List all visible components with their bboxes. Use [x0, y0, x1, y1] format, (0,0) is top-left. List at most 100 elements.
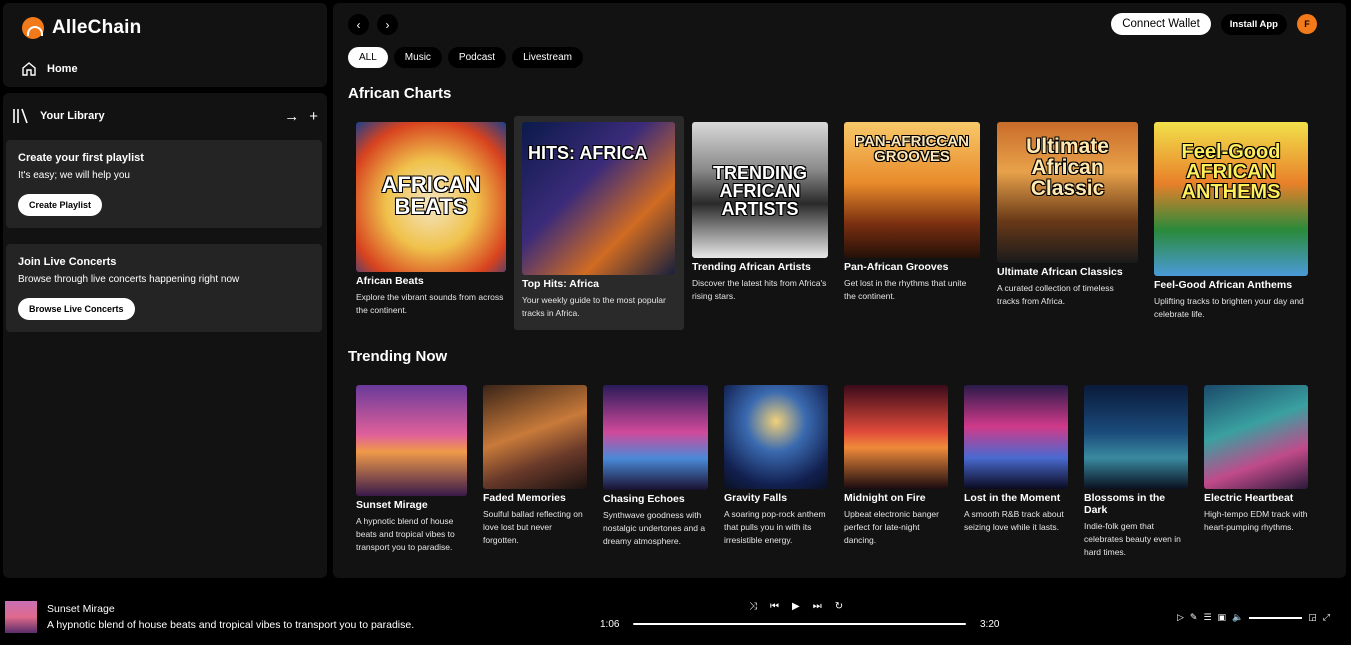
- connect-device-icon[interactable]: ▣: [1218, 612, 1227, 623]
- card-desc: A smooth R&B track about seizing love wh…: [964, 509, 1064, 532]
- chart-card[interactable]: TRENDING AFRICAN ARTISTS Trending Africa…: [692, 122, 828, 303]
- album-art-text: AFRICAN BEATS: [381, 172, 481, 219]
- install-app-button[interactable]: Install App: [1220, 13, 1287, 35]
- chart-card[interactable]: AFRICAN BEATS African Beats Explore the …: [356, 122, 506, 317]
- album-art: TRENDING AFRICAN ARTISTS: [692, 122, 828, 258]
- trending-card[interactable]: Midnight on Fire Upbeat electronic bange…: [844, 385, 948, 547]
- album-art: [356, 385, 467, 496]
- card-desc: Discover the latest hits from Africa's r…: [692, 278, 827, 301]
- card-title: Feel-Good African Anthems: [1154, 279, 1293, 291]
- volume-icon[interactable]: 🔈: [1232, 612, 1243, 623]
- chart-card-hovered[interactable]: HITS: AFRICA Top Hits: Africa Your weekl…: [514, 116, 684, 330]
- playback-controls: ⤨ ⏮ ▶ ⏭ ↻: [749, 601, 843, 612]
- card-desc: A soaring pop-rock anthem that pulls you…: [724, 509, 826, 545]
- play-icon[interactable]: ▶: [792, 601, 800, 612]
- plus-icon[interactable]: +: [309, 108, 318, 125]
- extra-controls: ▷ ✎ ☰ ▣ 🔈 ◲ ⤢: [1177, 612, 1330, 623]
- card-title: Top Hits: Africa: [522, 278, 600, 290]
- repeat-icon[interactable]: ↻: [835, 601, 843, 612]
- chart-card[interactable]: Feel-Good AFRICAN ANTHEMS Feel-Good Afri…: [1154, 122, 1308, 321]
- create-playlist-button[interactable]: Create Playlist: [18, 194, 103, 216]
- forward-arrow-icon[interactable]: ›: [377, 14, 398, 35]
- trending-card[interactable]: Chasing Echoes Synthwave goodness with n…: [603, 385, 708, 548]
- history-nav: ‹ ›: [348, 14, 398, 35]
- card-title: Chasing Echoes: [603, 493, 685, 505]
- now-playing-desc: A hypnotic blend of house beats and trop…: [47, 619, 415, 631]
- card-desc: High-tempo EDM track with heart-pumping …: [1204, 509, 1308, 532]
- now-playing-title[interactable]: Sunset Mirage: [47, 603, 115, 615]
- card-desc: Explore the vibrant sounds from across t…: [356, 292, 504, 315]
- album-art: [603, 385, 708, 490]
- card-title: Electric Heartbeat: [1204, 492, 1294, 504]
- chart-card[interactable]: PAN-AFRICCAN GROOVES Pan-African Grooves…: [844, 122, 980, 303]
- main-content: ‹ › Connect Wallet Install App F ALL Mus…: [333, 3, 1346, 578]
- arrow-right-icon[interactable]: →: [284, 108, 299, 125]
- card-desc: Soulful ballad reflecting on love lost b…: [483, 509, 583, 545]
- trending-card[interactable]: Blossoms in the Dark Indie-folk gem that…: [1084, 385, 1188, 559]
- back-arrow-icon[interactable]: ‹: [348, 14, 369, 35]
- now-playing-view-icon[interactable]: ▷: [1177, 612, 1184, 623]
- browse-concerts-button[interactable]: Browse Live Concerts: [18, 298, 135, 320]
- album-art: [1204, 385, 1308, 489]
- logo[interactable]: AlleChain: [22, 17, 141, 39]
- filter-chip-livestream[interactable]: Livestream: [512, 47, 583, 68]
- header-actions: Connect Wallet Install App F: [1111, 13, 1317, 35]
- queue-icon[interactable]: ☰: [1203, 612, 1211, 623]
- home-link[interactable]: Home: [21, 61, 78, 77]
- previous-icon[interactable]: ⏮: [770, 601, 779, 612]
- trending-card[interactable]: Gravity Falls A soaring pop-rock anthem …: [724, 385, 828, 547]
- chart-card[interactable]: Ultimate African Classic Ultimate Africa…: [997, 122, 1138, 308]
- live-concerts-card: Join Live Concerts Browse through live c…: [6, 244, 322, 332]
- fullscreen-icon[interactable]: ⤢: [1323, 612, 1330, 623]
- card-title: Gravity Falls: [724, 492, 788, 504]
- album-art: HITS: AFRICA: [522, 122, 675, 275]
- create-playlist-title: Create your first playlist: [18, 152, 144, 164]
- time-total: 3:20: [980, 619, 1000, 630]
- album-art-text: Feel-Good AFRICAN ANTHEMS: [1181, 141, 1281, 203]
- card-title: Ultimate African Classics: [997, 266, 1123, 278]
- filter-chip-music[interactable]: Music: [393, 47, 442, 68]
- now-playing-art[interactable]: [5, 601, 37, 633]
- mini-player-icon[interactable]: ◲: [1308, 612, 1317, 623]
- trending-card[interactable]: Faded Memories Soulful ballad reflecting…: [483, 385, 587, 547]
- live-concerts-title: Join Live Concerts: [18, 256, 117, 268]
- library-icon[interactable]: [12, 107, 30, 125]
- album-art: [964, 385, 1068, 489]
- trending-card[interactable]: Electric Heartbeat High-tempo EDM track …: [1204, 385, 1308, 534]
- lyrics-icon[interactable]: ✎: [1190, 612, 1198, 623]
- card-title: Faded Memories: [483, 492, 566, 504]
- time-current: 1:06: [600, 619, 620, 630]
- library-header: Your Library → +: [12, 107, 318, 125]
- album-art: [1084, 385, 1188, 489]
- card-title: African Beats: [356, 275, 424, 287]
- avatar[interactable]: F: [1297, 14, 1317, 34]
- filter-chips: ALL Music Podcast Livestream: [348, 47, 583, 68]
- trending-card[interactable]: Lost in the Moment A smooth R&B track ab…: [964, 385, 1068, 534]
- connect-wallet-button[interactable]: Connect Wallet: [1111, 13, 1211, 35]
- album-art-text: TRENDING AFRICAN ARTISTS: [713, 163, 807, 219]
- album-art-text: Ultimate African Classic: [1026, 135, 1109, 200]
- brand-panel: AlleChain Home: [3, 3, 327, 87]
- home-icon: [22, 62, 36, 76]
- create-playlist-card: Create your first playlist It's easy; we…: [6, 140, 322, 228]
- album-art: AFRICAN BEATS: [356, 122, 506, 272]
- volume-slider[interactable]: [1249, 616, 1303, 619]
- next-icon[interactable]: ⏭: [813, 601, 822, 612]
- trending-card[interactable]: Sunset Mirage A hypnotic blend of house …: [356, 385, 467, 554]
- filter-chip-podcast[interactable]: Podcast: [447, 47, 507, 68]
- create-playlist-text: It's easy; we will help you: [18, 170, 130, 181]
- library-title[interactable]: Your Library: [40, 110, 274, 122]
- card-desc: A hypnotic blend of house beats and trop…: [356, 516, 455, 552]
- filter-chip-all[interactable]: ALL: [348, 47, 388, 68]
- shuffle-icon[interactable]: ⤨: [749, 601, 757, 612]
- album-art: Ultimate African Classic: [997, 122, 1138, 263]
- card-title: Sunset Mirage: [356, 499, 428, 511]
- card-desc: Uplifting tracks to brighten your day an…: [1154, 296, 1304, 319]
- progress-bar[interactable]: [633, 623, 966, 625]
- album-art: [844, 385, 948, 489]
- live-concerts-text: Browse through live concerts happening r…: [18, 274, 240, 285]
- album-art: [724, 385, 828, 489]
- card-desc: Indie-folk gem that celebrates beauty ev…: [1084, 521, 1181, 557]
- section-title-charts: African Charts: [348, 85, 452, 102]
- card-title: Pan-African Grooves: [844, 261, 949, 273]
